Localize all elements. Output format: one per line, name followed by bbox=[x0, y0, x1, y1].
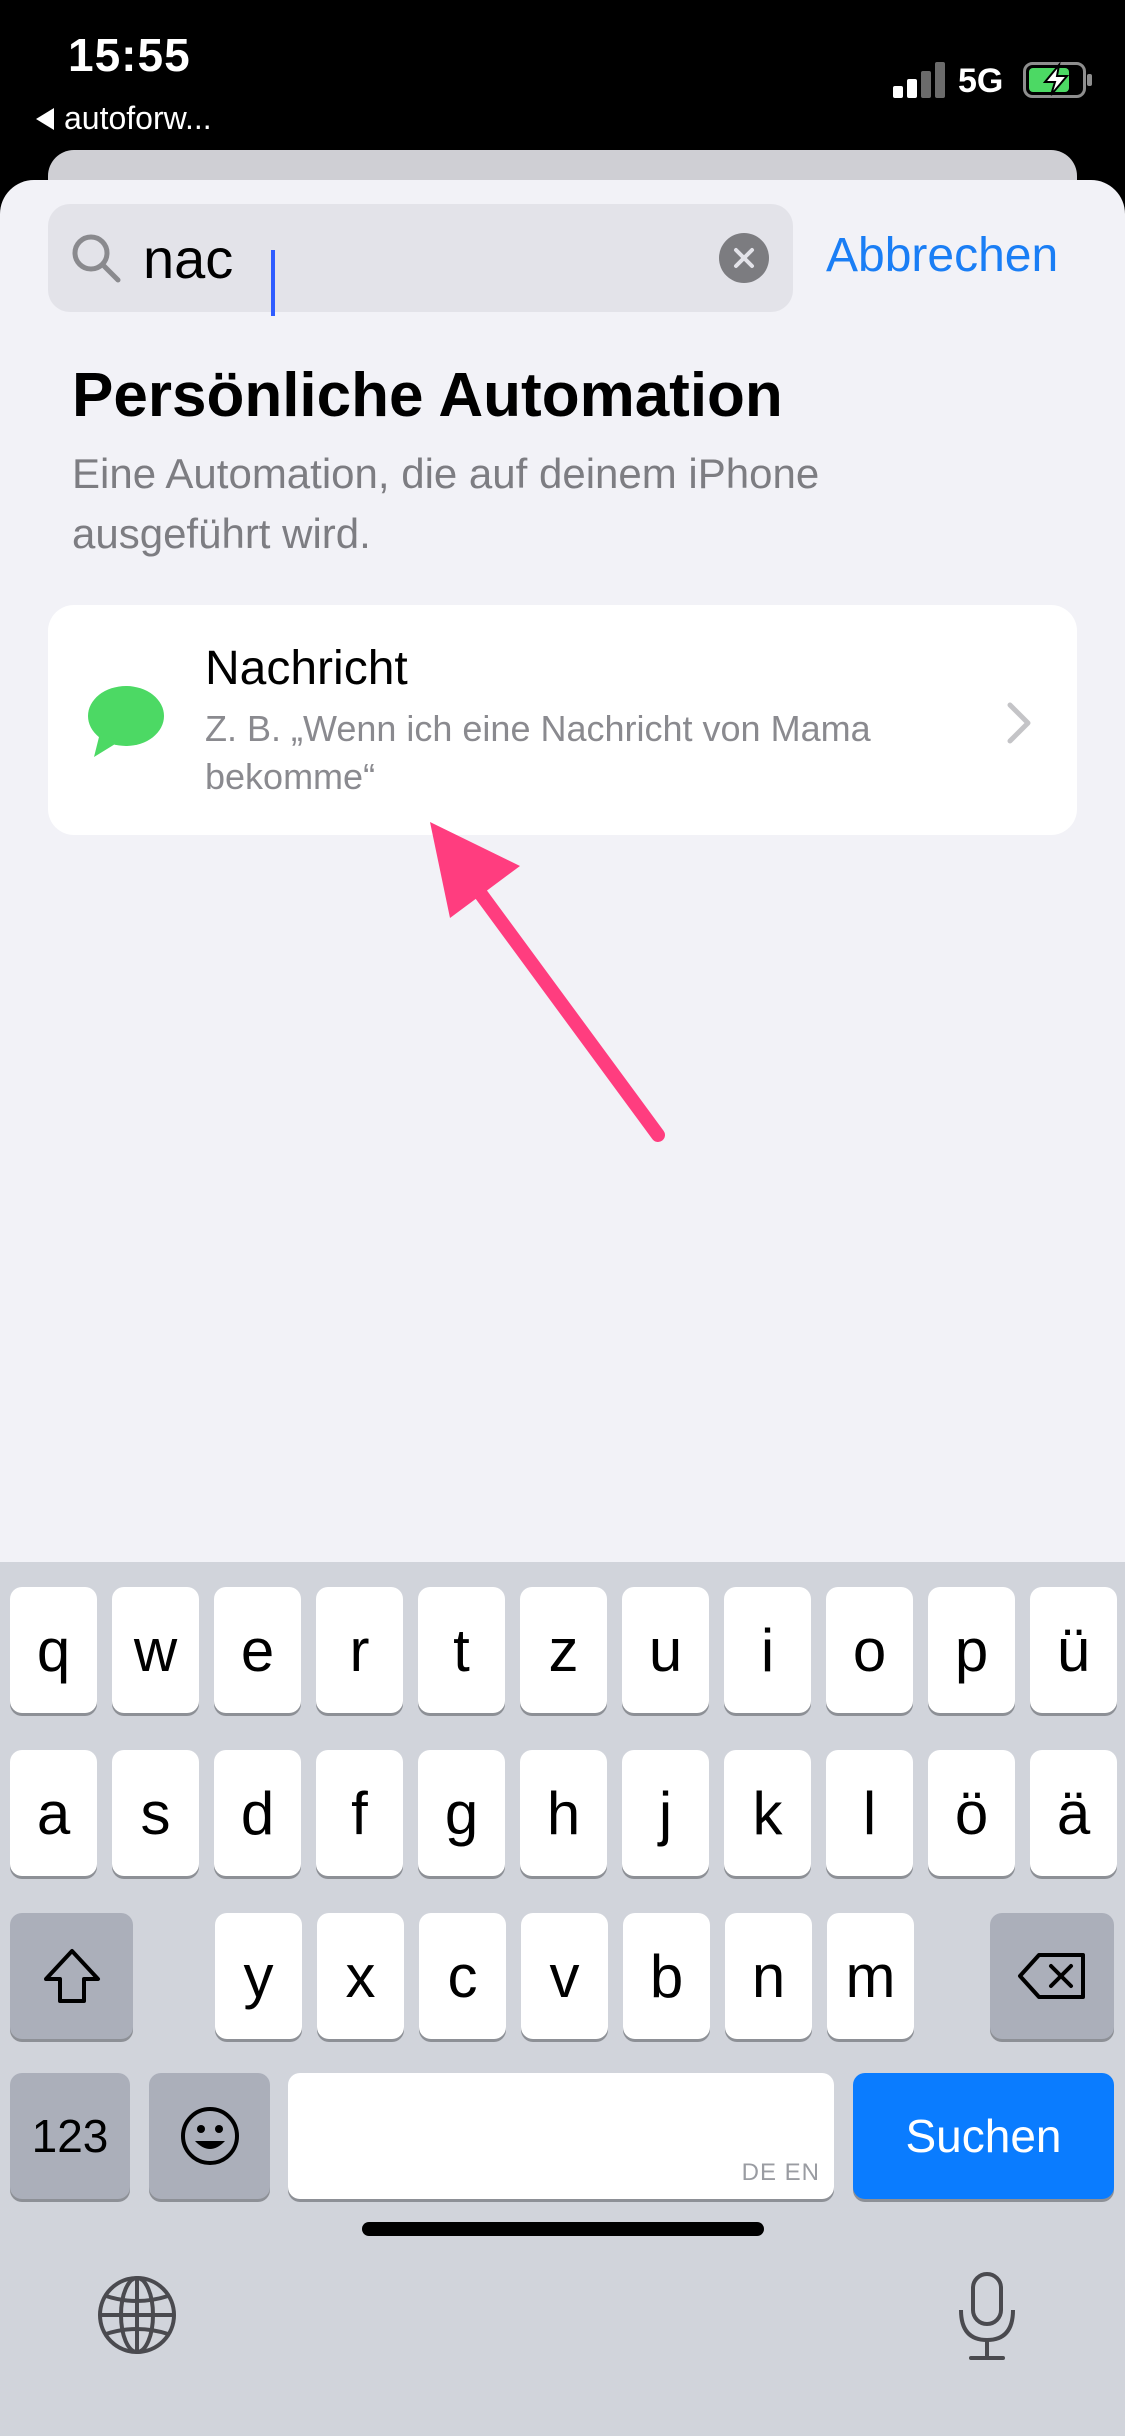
key-x[interactable]: x bbox=[317, 1913, 404, 2039]
shift-key[interactable] bbox=[10, 1913, 133, 2039]
key-z[interactable]: z bbox=[520, 1587, 607, 1713]
numbers-key[interactable]: 123 bbox=[10, 2073, 130, 2199]
space-key[interactable]: DE EN bbox=[288, 2073, 834, 2199]
key-n[interactable]: n bbox=[725, 1913, 812, 2039]
key-w[interactable]: w bbox=[112, 1587, 199, 1713]
key-ö[interactable]: ö bbox=[928, 1750, 1015, 1876]
key-h[interactable]: h bbox=[520, 1750, 607, 1876]
key-l[interactable]: l bbox=[826, 1750, 913, 1876]
key-u[interactable]: u bbox=[622, 1587, 709, 1713]
emoji-key[interactable] bbox=[149, 2073, 270, 2199]
key-b[interactable]: b bbox=[623, 1913, 710, 2039]
key-v[interactable]: v bbox=[521, 1913, 608, 2039]
key-m[interactable]: m bbox=[827, 1913, 914, 2039]
emoji-icon bbox=[180, 2107, 239, 2165]
key-i[interactable]: i bbox=[724, 1587, 811, 1713]
key-o[interactable]: o bbox=[826, 1587, 913, 1713]
key-t[interactable]: t bbox=[418, 1587, 505, 1713]
key-q[interactable]: q bbox=[10, 1587, 97, 1713]
key-g[interactable]: g bbox=[418, 1750, 505, 1876]
delete-key[interactable] bbox=[990, 1913, 1114, 2039]
keyboard: qwertzuiopü asdfghjklöä yxcvbnm 123 DE E… bbox=[0, 1562, 1125, 2436]
search-key[interactable]: Suchen bbox=[853, 2073, 1114, 2199]
shift-arrow-icon bbox=[43, 1949, 100, 2003]
home-indicator bbox=[362, 2222, 764, 2236]
backspace-icon bbox=[1018, 1953, 1085, 1999]
key-k[interactable]: k bbox=[724, 1750, 811, 1876]
key-ä[interactable]: ä bbox=[1030, 1750, 1117, 1876]
key-c[interactable]: c bbox=[419, 1913, 506, 2039]
key-f[interactable]: f bbox=[316, 1750, 403, 1876]
microphone-icon[interactable] bbox=[955, 2270, 1019, 2362]
annotation-arrow bbox=[430, 822, 665, 1142]
space-language-label: DE EN bbox=[741, 2159, 820, 2186]
key-ü[interactable]: ü bbox=[1030, 1587, 1117, 1713]
globe-icon[interactable] bbox=[96, 2274, 178, 2356]
key-r[interactable]: r bbox=[316, 1587, 403, 1713]
key-y[interactable]: y bbox=[215, 1913, 302, 2039]
key-d[interactable]: d bbox=[214, 1750, 301, 1876]
key-p[interactable]: p bbox=[928, 1587, 1015, 1713]
key-j[interactable]: j bbox=[622, 1750, 709, 1876]
key-s[interactable]: s bbox=[112, 1750, 199, 1876]
key-e[interactable]: e bbox=[214, 1587, 301, 1713]
key-a[interactable]: a bbox=[10, 1750, 97, 1876]
